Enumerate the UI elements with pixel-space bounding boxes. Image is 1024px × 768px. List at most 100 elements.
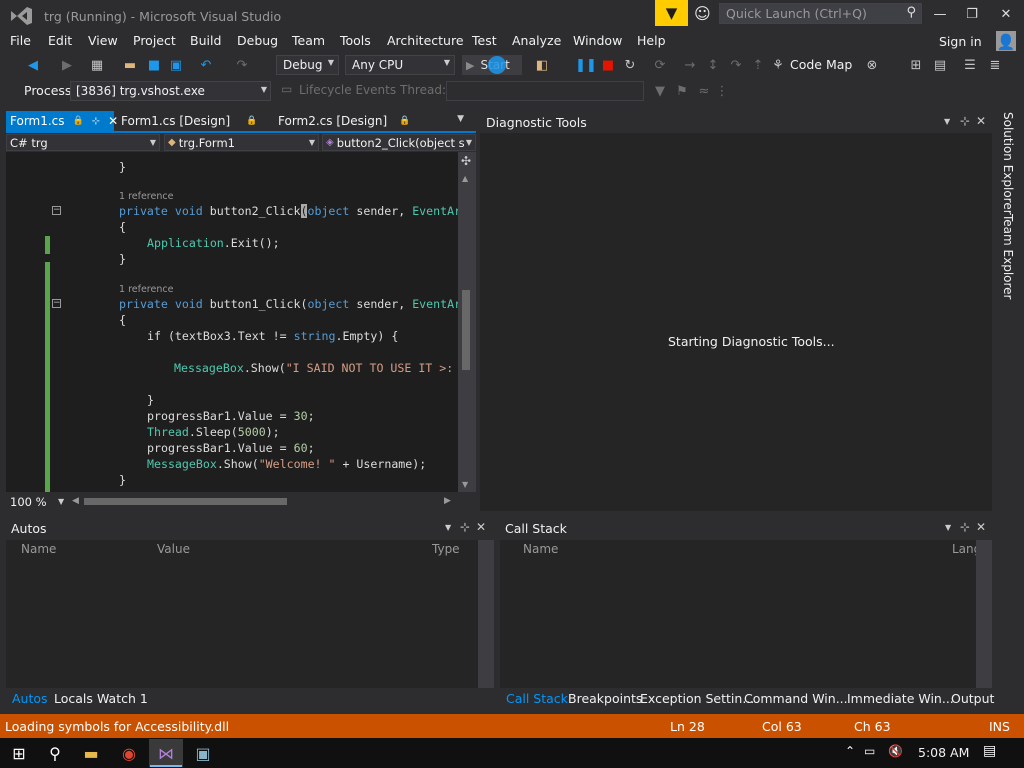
close-icon[interactable]: ✕ — [476, 520, 486, 534]
menu-architecture[interactable]: Architecture — [387, 33, 464, 48]
zoom-dropdown-icon[interactable]: ▼ — [58, 497, 64, 506]
solution-explorer-tab[interactable]: Solution Explorer — [1001, 112, 1015, 215]
network-icon[interactable]: ▭ — [864, 744, 875, 758]
start-debugging-button[interactable]: ▶ Start — [462, 55, 522, 75]
close-window-button[interactable]: ✕ — [992, 4, 1020, 24]
column-name[interactable]: Name — [523, 542, 558, 556]
menu-help[interactable]: Help — [637, 33, 666, 48]
tab-breakpoints[interactable]: Breakpoints — [568, 691, 642, 706]
menu-analyze[interactable]: Analyze — [512, 33, 561, 48]
layout-icon[interactable]: ⊞ — [906, 55, 926, 75]
scroll-up-icon[interactable]: ▲ — [462, 174, 468, 183]
window-position-icon[interactable]: ▼ — [445, 523, 451, 532]
navigate-forward-icon[interactable]: ▶ — [57, 55, 77, 75]
open-file-icon[interactable]: ▬ — [120, 55, 140, 75]
autos-scrollbar[interactable] — [478, 540, 494, 688]
collapse-icon[interactable]: − — [52, 299, 61, 308]
tab-command-window[interactable]: Command Win... — [744, 691, 848, 706]
tab-form1-design[interactable]: Form1.cs [Design] 🔒 — [117, 111, 277, 131]
feedback-smiley-icon[interactable]: ☺ — [694, 4, 714, 24]
platform-select[interactable]: Any CPU ▼ — [345, 55, 455, 75]
tab-immediate-window[interactable]: Immediate Win... — [847, 691, 954, 706]
column-value[interactable]: Value — [157, 542, 190, 556]
visual-studio-taskbar-icon[interactable]: ⋈ — [149, 739, 183, 767]
save-icon[interactable]: ■ — [144, 55, 164, 75]
class-nav-select[interactable]: ◆ trg.Form1 ▼ — [164, 134, 319, 151]
column-name[interactable]: Name — [21, 542, 56, 556]
undo-icon[interactable]: ↶ — [196, 55, 216, 75]
menu-edit[interactable]: Edit — [48, 33, 72, 48]
redo-icon[interactable]: ↷ — [232, 55, 252, 75]
tab-exception-settings[interactable]: Exception Settin... — [640, 691, 754, 706]
codelens-reference[interactable]: 1 reference — [119, 191, 173, 202]
tab-form1-cs[interactable]: Form1.cs 🔒 ⊹ ✕ — [6, 111, 118, 131]
lifecycle-events-button[interactable]: Lifecycle Events — [299, 83, 396, 97]
collapse-icon[interactable]: − — [52, 206, 61, 215]
tab-overflow-icon[interactable]: ▼ — [457, 114, 464, 124]
menu-build[interactable]: Build — [190, 33, 221, 48]
menu-tools[interactable]: Tools — [340, 33, 371, 48]
window-position-icon[interactable]: ▼ — [945, 523, 951, 532]
window-position-icon[interactable]: ▼ — [944, 117, 950, 126]
notifications-icon[interactable]: ▤ — [983, 743, 996, 759]
step-back-icon[interactable]: ⇡ — [748, 55, 768, 75]
project-nav-select[interactable]: C# trg ▼ — [6, 134, 160, 151]
step-out-icon[interactable]: ↷ — [726, 55, 746, 75]
account-avatar[interactable]: 👤 — [996, 31, 1016, 51]
navigate-back-icon[interactable]: ◀ — [23, 55, 43, 75]
chrome-icon[interactable]: ◉ — [112, 739, 146, 767]
menu-file[interactable]: File — [10, 33, 31, 48]
close-icon[interactable]: ✕ — [976, 520, 986, 534]
expand-icon[interactable]: ⋮ — [712, 81, 732, 101]
tab-watch-1[interactable]: Watch 1 — [97, 691, 148, 706]
menu-window[interactable]: Window — [573, 33, 622, 48]
flag-threads-icon[interactable]: ⚑ — [672, 81, 692, 101]
code-map-button[interactable]: Code Map — [790, 57, 852, 72]
breakpoint-toggle-icon[interactable]: ⊗ — [862, 55, 882, 75]
pin-icon[interactable]: ⊹ — [460, 520, 470, 534]
step-over-icon[interactable]: ↕ — [703, 55, 723, 75]
new-project-icon[interactable]: ▦ — [87, 55, 107, 75]
member-nav-select[interactable]: ◈ button2_Click(object s ▼ — [322, 134, 476, 151]
scroll-down-icon[interactable]: ▼ — [462, 480, 468, 489]
minimize-button[interactable]: — — [926, 4, 954, 24]
menu-team[interactable]: Team — [292, 33, 325, 48]
configuration-select[interactable]: Debug ▼ — [276, 55, 339, 75]
save-all-icon[interactable]: ▣ — [166, 55, 186, 75]
quick-launch-input[interactable]: Quick Launch (Ctrl+Q) ⚲ — [719, 3, 922, 24]
bookmark-icon[interactable]: ▤ — [930, 55, 950, 75]
column-type[interactable]: Type — [432, 542, 460, 556]
comment-icon[interactable]: ☰ — [960, 55, 980, 75]
menu-debug[interactable]: Debug — [237, 33, 278, 48]
tab-locals[interactable]: Locals — [54, 691, 93, 706]
scroll-left-icon[interactable]: ◀ — [72, 496, 79, 506]
split-window-icon[interactable]: ✣ — [461, 154, 471, 168]
tab-output[interactable]: Output — [951, 691, 994, 706]
call-stack-scrollbar[interactable] — [976, 540, 992, 688]
pin-icon[interactable]: ⊹ — [960, 520, 970, 534]
uncomment-icon[interactable]: ≣ — [985, 55, 1005, 75]
search-icon[interactable]: ⚲ — [38, 739, 72, 767]
volume-muted-icon[interactable]: 🔇 — [888, 744, 903, 758]
step-into-icon[interactable]: → — [680, 55, 700, 75]
tab-form2-design[interactable]: Form2.cs [Design] 🔒 ▼ — [274, 111, 464, 131]
show-threads-icon[interactable]: ≈ — [694, 81, 714, 101]
tab-autos[interactable]: Autos — [12, 691, 48, 706]
attach-process-icon[interactable]: ◧ — [532, 55, 552, 75]
team-explorer-tab[interactable]: Team Explorer — [1001, 214, 1015, 300]
thread-select[interactable] — [446, 81, 644, 101]
restore-button[interactable]: ❐ — [958, 4, 986, 24]
break-all-icon[interactable]: ❚❚ — [575, 55, 597, 75]
menu-view[interactable]: View — [88, 33, 118, 48]
app-window-icon[interactable]: ▣ — [186, 739, 220, 767]
pin-icon[interactable]: ⊹ — [960, 114, 970, 128]
editor-scroll-thumb[interactable] — [462, 290, 470, 370]
pin-icon[interactable]: ⊹ — [92, 116, 100, 127]
taskbar-clock[interactable]: 5:08 AM — [918, 745, 969, 760]
sign-in-link[interactable]: Sign in — [939, 34, 982, 49]
close-icon[interactable]: ✕ — [976, 114, 986, 128]
stop-debugging-icon[interactable]: ■ — [598, 55, 618, 75]
file-explorer-icon[interactable]: ▬ — [74, 739, 108, 767]
process-select[interactable]: [3836] trg.vshost.exe ▼ — [70, 81, 271, 101]
code-editor[interactable]: − − } 1 reference private void button2_C… — [6, 152, 458, 492]
